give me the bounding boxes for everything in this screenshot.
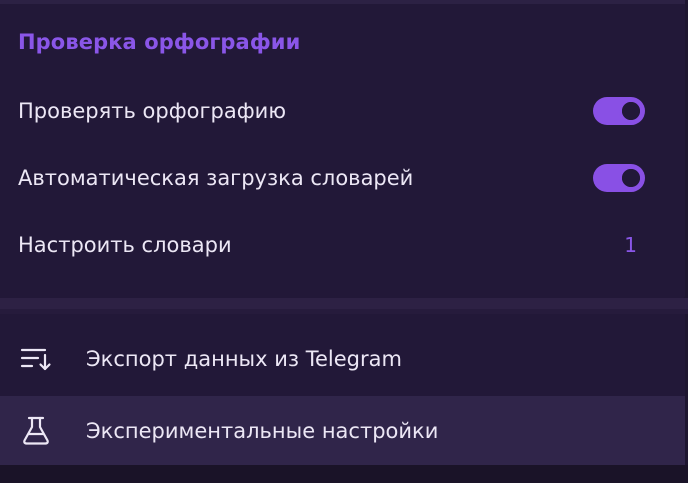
export-data-label: Экспорт данных из Telegram (86, 347, 402, 371)
menu-section: Экспорт данных из Telegram Экспериментал… (0, 314, 685, 483)
top-divider (0, 0, 685, 4)
spellcheck-toggle-label: Проверять орфографию (18, 99, 287, 123)
dictionaries-count: 1 (624, 233, 637, 257)
export-list-icon (20, 343, 52, 375)
experimental-settings-label: Экспериментальные настройки (86, 419, 439, 443)
bottom-edge (0, 465, 688, 483)
toggle-knob (619, 99, 643, 123)
spellcheck-toggle[interactable] (593, 97, 645, 125)
spellcheck-toggle-row[interactable]: Проверять орфографию (0, 78, 685, 144)
section-title: Проверка орфографии (18, 30, 301, 54)
flask-icon (20, 415, 52, 447)
configure-dictionaries-row[interactable]: Настроить словари 1 (0, 212, 685, 278)
auto-download-dictionaries-label: Автоматическая загрузка словарей (18, 166, 414, 190)
spellcheck-section: Проверка орфографии Проверять орфографию… (0, 0, 685, 298)
toggle-knob (619, 166, 643, 190)
section-separator (0, 298, 688, 314)
export-data-button[interactable]: Экспорт данных из Telegram (0, 324, 685, 394)
experimental-settings-button[interactable]: Экспериментальные настройки (0, 396, 685, 466)
configure-dictionaries-label: Настроить словари (18, 233, 232, 257)
auto-download-dictionaries-toggle[interactable] (593, 164, 645, 192)
auto-download-dictionaries-row[interactable]: Автоматическая загрузка словарей (0, 145, 685, 211)
